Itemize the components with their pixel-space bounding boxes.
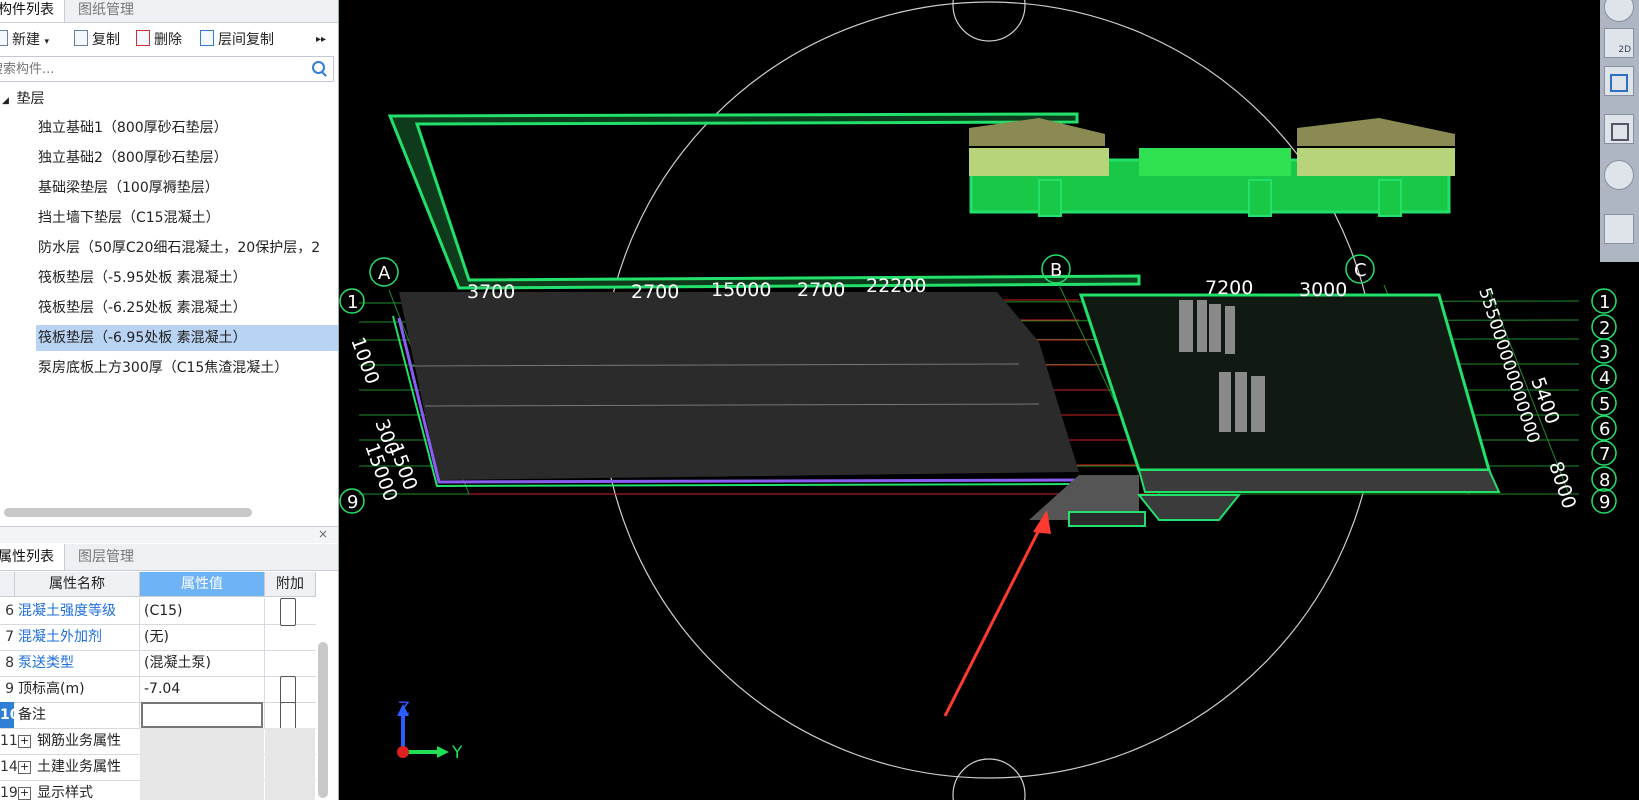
horizontal-scrollbar[interactable] <box>4 508 252 517</box>
orbit-icon[interactable] <box>1604 0 1634 22</box>
axis-label-5: 5 <box>1599 394 1610 415</box>
extra-checkbox[interactable] <box>280 702 296 730</box>
tab-component-list[interactable]: 构件列表 <box>0 0 65 22</box>
axis-label-a: A <box>378 263 391 284</box>
axis-label-8: 8 <box>1599 470 1610 491</box>
orbit-handle-bottom[interactable] <box>952 758 1026 800</box>
axis-label-2: 2 <box>1599 318 1610 339</box>
property-row[interactable]: 6 混凝土强度等级 (C15) <box>0 598 316 626</box>
view-3d-cube-icon[interactable] <box>1604 66 1634 96</box>
tree-item[interactable]: 独立基础1（800厚砂石垫层） <box>38 115 338 141</box>
dimension-label: 7200 <box>1205 277 1253 299</box>
axis-label-b: B <box>1050 260 1062 281</box>
component-toolbar: 新建 ▾ 复制 删除 层间复制 ▸▸ <box>0 26 338 54</box>
floor-copy-icon <box>200 30 214 46</box>
property-group-row[interactable]: 14 + 土建业务属性 <box>0 754 316 781</box>
header-extra: 附加 <box>265 572 316 597</box>
axis-label-6: 6 <box>1599 419 1610 440</box>
annotation-arrow <box>943 519 1046 717</box>
axis-label-9-left: 9 <box>347 492 358 513</box>
axis-label-c: C <box>1354 260 1367 281</box>
dimension-label: 22200 <box>866 275 926 297</box>
copy-button[interactable]: 复制 <box>74 29 120 51</box>
independent-footings[interactable] <box>969 118 1455 217</box>
search-input[interactable] <box>0 57 282 81</box>
view-2d-button[interactable]: 2D <box>1604 28 1634 58</box>
tree-item[interactable]: 独立基础2（800厚砂石垫层） <box>38 145 338 171</box>
dimension-label: 1000 <box>346 334 383 387</box>
gizmo-y-label: Y <box>451 743 463 763</box>
raft-slab-right[interactable] <box>1078 293 1491 472</box>
expand-icon[interactable]: + <box>18 787 31 800</box>
dimension-label: 555000000000000 <box>1474 285 1543 445</box>
axis-label-3: 3 <box>1599 342 1610 363</box>
axis-label-1-right: 1 <box>1599 292 1610 313</box>
property-grid-header: 属性名称 属性值 附加 <box>0 572 316 597</box>
tab-drawing-management[interactable]: 图纸管理 <box>68 0 144 22</box>
expand-icon[interactable]: + <box>18 761 31 774</box>
dimension-label: 15000 <box>711 279 771 301</box>
3d-viewport[interactable]: A B C 1 9 1 2 3 4 5 6 7 8 9 3700 2700 15… <box>339 0 1639 800</box>
delete-icon <box>136 30 150 46</box>
tab-layer-management[interactable]: 图层管理 <box>68 544 144 570</box>
model-canvas[interactable]: A B C 1 9 1 2 3 4 5 6 7 8 9 3700 2700 15… <box>339 0 1639 800</box>
property-group-row[interactable]: 11 + 钢筋业务属性 <box>0 728 316 755</box>
dimension-label: 3700 <box>467 281 515 303</box>
tree-item[interactable]: 筏板垫层（-5.95处板 素混凝土） <box>38 265 338 291</box>
tree-item[interactable]: 挡土墙下垫层（C15混凝土） <box>38 205 338 231</box>
settings-grid-icon[interactable] <box>1604 214 1634 244</box>
panel-divider: × <box>0 526 338 543</box>
dimension-label: 2700 <box>631 281 679 303</box>
extra-checkbox[interactable] <box>280 676 296 704</box>
new-button[interactable]: 新建 ▾ <box>0 29 49 51</box>
more-tools-icon[interactable]: ▸▸ <box>316 29 326 51</box>
view-box-icon[interactable] <box>1604 114 1634 144</box>
property-row[interactable]: 10 备注 <box>0 702 316 730</box>
axis-gizmo: Z Y <box>397 699 463 763</box>
tree-item[interactable]: 筏板垫层（-6.25处板 素混凝土） <box>38 295 338 321</box>
floor-copy-button[interactable]: 层间复制 <box>200 29 274 51</box>
dropdown-caret-icon[interactable]: ▾ <box>44 37 49 47</box>
axis-label-4: 4 <box>1599 368 1610 389</box>
axis-label-1: 1 <box>347 292 358 313</box>
copy-icon <box>74 30 88 46</box>
raft-slab-left[interactable] <box>399 292 1079 480</box>
close-icon[interactable]: × <box>318 527 328 541</box>
property-tabs: 属性列表 图层管理 <box>0 544 338 571</box>
property-row[interactable]: 7 混凝土外加剂 (无) <box>0 624 316 651</box>
remark-input[interactable] <box>141 702 263 728</box>
tree-item[interactable]: 泵房底板上方300厚（C15焦渣混凝土） <box>38 355 338 381</box>
gizmo-z-label: Z <box>398 699 410 719</box>
search-box <box>0 56 334 82</box>
search-icon[interactable] <box>312 61 325 74</box>
left-panel: 构件列表 图纸管理 新建 ▾ 复制 删除 层间复制 ▸▸ ◢ 垫层 独立基础1（… <box>0 0 339 800</box>
property-row[interactable]: 9 顶标高(m) -7.04 <box>0 676 316 704</box>
vertical-scrollbar[interactable] <box>318 642 328 798</box>
axis-label-9: 9 <box>1599 492 1610 513</box>
rotate-icon[interactable] <box>1604 160 1634 190</box>
property-group-row[interactable]: 19 + 显示样式 <box>0 780 316 800</box>
collapse-icon[interactable]: ◢ <box>2 88 12 114</box>
tree-root[interactable]: ◢ 垫层 <box>0 86 44 112</box>
tab-property-list[interactable]: 属性列表 <box>0 544 65 570</box>
dimension-label: 8000 <box>1544 459 1580 512</box>
tree-item[interactable]: 防水层（50厚C20细石混凝土，20保护层，2 <box>38 235 338 261</box>
expand-icon[interactable]: + <box>18 735 31 748</box>
header-index <box>0 572 15 597</box>
tree-item-selected[interactable]: 筏板垫层（-6.95处板 素混凝土） <box>36 325 338 351</box>
property-row[interactable]: 8 泵送类型 (混凝土泵) <box>0 650 316 677</box>
view-toolbar: 2D <box>1600 0 1639 262</box>
extra-checkbox[interactable] <box>280 598 296 626</box>
delete-button[interactable]: 删除 <box>136 29 182 51</box>
new-icon <box>0 30 8 46</box>
dimension-label: 2700 <box>797 279 845 301</box>
component-tabs: 构件列表 图纸管理 <box>0 0 338 23</box>
header-value: 属性值 <box>140 572 265 597</box>
header-name: 属性名称 <box>15 572 140 597</box>
orbit-handle-top[interactable] <box>952 0 1026 42</box>
axis-label-7: 7 <box>1599 444 1610 465</box>
tree-item[interactable]: 基础梁垫层（100厚褥垫层） <box>38 175 338 201</box>
dimension-label: 3000 <box>1299 279 1347 301</box>
